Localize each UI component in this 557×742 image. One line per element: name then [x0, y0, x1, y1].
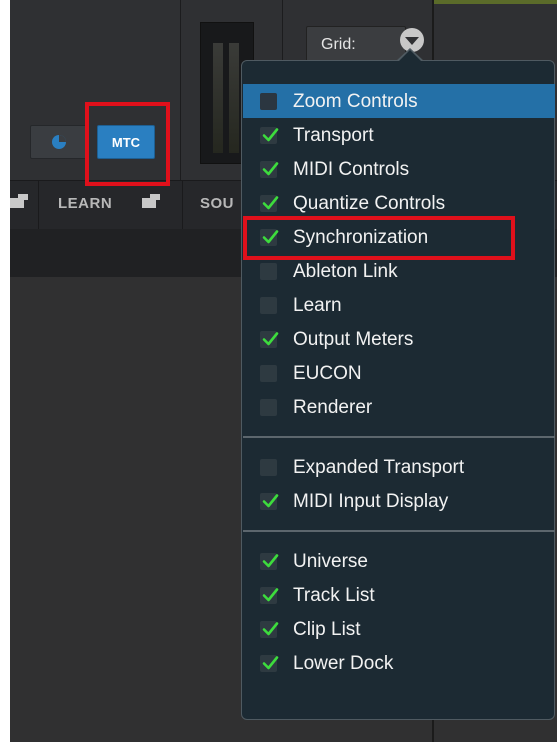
checkmark-icon: [262, 554, 279, 568]
menu-item-label: MIDI Input Display: [293, 491, 449, 512]
menu-item-synchronization[interactable]: Synchronization: [243, 220, 555, 254]
checkmark-icon: [262, 196, 279, 210]
dock-icon[interactable]: [142, 194, 160, 208]
menu-item-zoom-controls[interactable]: Zoom Controls: [243, 84, 555, 118]
menu-item-label: Transport: [293, 125, 374, 146]
menu-item-label: Lower Dock: [293, 653, 394, 674]
menu-item-label: Learn: [293, 295, 342, 316]
checkmark-icon: [262, 622, 279, 636]
menu-item-clip-list[interactable]: Clip List: [243, 612, 555, 646]
chevron-down-icon: [405, 37, 419, 45]
menu-item-expanded-transport[interactable]: Expanded Transport: [243, 450, 555, 484]
learn-tab-label[interactable]: LEARN: [58, 195, 112, 212]
menu-item-label: Expanded Transport: [293, 457, 465, 478]
sync-mode-button[interactable]: [30, 125, 88, 159]
checkmark-icon: [262, 588, 279, 602]
menu-item-label: Output Meters: [293, 329, 414, 350]
checkbox-unchecked[interactable]: [260, 459, 277, 476]
menu-item-quantize-controls[interactable]: Quantize Controls: [243, 186, 555, 220]
menu-item-label: Zoom Controls: [293, 91, 418, 112]
menu-item-renderer[interactable]: Renderer: [243, 390, 555, 424]
tab-divider: [38, 181, 39, 229]
sound-tab-label[interactable]: SOU: [200, 195, 234, 212]
menu-item-output-meters[interactable]: Output Meters: [243, 322, 555, 356]
checkmark-icon: [262, 332, 279, 346]
dock-icon[interactable]: [10, 194, 28, 208]
menu-item-label: Synchronization: [293, 227, 429, 248]
menu-item-label: EUCON: [293, 363, 362, 384]
menu-item-track-list[interactable]: Track List: [243, 578, 555, 612]
menu-pointer-inner: [398, 50, 422, 62]
checkbox-unchecked[interactable]: [260, 297, 277, 314]
menu-item-label: Renderer: [293, 397, 373, 418]
pie-icon: [52, 135, 66, 149]
menu-item-eucon[interactable]: EUCON: [243, 356, 555, 390]
checkbox-unchecked[interactable]: [260, 93, 277, 110]
menu-item-transport[interactable]: Transport: [243, 118, 555, 152]
menu-item-label: MIDI Controls: [293, 159, 410, 180]
checkbox-unchecked[interactable]: [260, 365, 277, 382]
checkmark-icon: [262, 128, 279, 142]
tab-divider: [182, 181, 183, 229]
view-options-menu: Zoom Controls Transport MIDI Controls Quant…: [241, 60, 555, 720]
menu-item-learn[interactable]: Learn: [243, 288, 555, 322]
toolbar-divider: [180, 0, 181, 180]
mtc-button[interactable]: MTC: [97, 125, 155, 159]
menu-item-midi-controls[interactable]: MIDI Controls: [243, 152, 555, 186]
menu-item-universe[interactable]: Universe: [243, 544, 555, 578]
checkmark-icon: [262, 656, 279, 670]
menu-separator: [243, 436, 555, 438]
menu-separator: [243, 530, 555, 532]
menu-item-label: Quantize Controls: [293, 193, 446, 214]
menu-item-midi-input-display[interactable]: MIDI Input Display: [243, 484, 555, 518]
grid-button[interactable]: Grid:: [306, 26, 406, 62]
waveform-strip: [434, 0, 557, 4]
checkbox-unchecked[interactable]: [260, 263, 277, 280]
menu-item-ableton-link[interactable]: Ableton Link: [243, 254, 555, 288]
checkbox-unchecked[interactable]: [260, 399, 277, 416]
meter-bar-right: [229, 43, 239, 153]
checkmark-icon: [262, 162, 279, 176]
menu-item-label: Ableton Link: [293, 261, 398, 282]
grid-label: Grid:: [321, 36, 356, 53]
menu-item-label: Universe: [293, 551, 368, 572]
menu-item-label: Clip List: [293, 619, 361, 640]
menu-item-lower-dock[interactable]: Lower Dock: [243, 646, 555, 680]
checkmark-icon: [262, 494, 279, 508]
checkmark-icon: [262, 230, 279, 244]
menu-item-label: Track List: [293, 585, 375, 606]
meter-bar-left: [213, 43, 223, 153]
